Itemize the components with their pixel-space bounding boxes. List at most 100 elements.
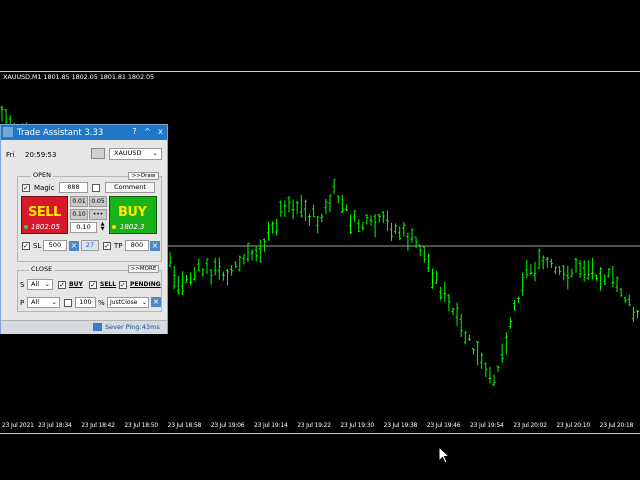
price-bar: [226, 269, 229, 286]
percent-input[interactable]: 100: [75, 297, 96, 308]
calendar-icon[interactable]: [91, 148, 105, 159]
price-bar: [262, 238, 266, 252]
sl-checkbox[interactable]: ✓: [22, 242, 30, 250]
tp-input[interactable]: 800: [125, 240, 149, 251]
minimize-button[interactable]: ^: [142, 127, 153, 137]
time-axis-label: 23 Jul 20:02: [513, 422, 547, 429]
chevron-down-icon: ⌄: [44, 280, 50, 288]
price-bar: [619, 288, 623, 297]
price-bar: [549, 258, 553, 268]
magic-input[interactable]: 888: [59, 182, 88, 193]
price-bar: [611, 265, 615, 287]
s-filter-select[interactable]: All ⌄: [27, 279, 53, 290]
price-bar: [435, 270, 439, 284]
chevron-down-icon: ⌄: [141, 299, 147, 306]
price-bar: [275, 218, 279, 236]
price-bar: [529, 264, 533, 276]
price-bar: [303, 199, 307, 222]
time-axis-label: 23 Jul 19:46: [426, 422, 461, 429]
time-axis-label: 23 Jul 18:50: [124, 422, 158, 429]
comment-checkbox[interactable]: [92, 184, 100, 192]
panel-title-bar[interactable]: Trade Assistant 3.33 ? ^ x: [1, 125, 167, 140]
symbol-select-value: XAUUSD: [114, 149, 142, 157]
price-bar: [533, 261, 537, 282]
price-bar: [508, 317, 512, 329]
close-group-label: CLOSE: [29, 265, 55, 273]
time-axis-label: 23 Jul 19:14: [254, 422, 288, 429]
price-bar: [344, 204, 348, 211]
s-filter-value: All: [31, 280, 40, 288]
price-bar: [455, 302, 459, 327]
price-bar: [4, 108, 8, 124]
magic-checkbox[interactable]: ✓: [22, 184, 30, 192]
price-bar: [197, 258, 201, 272]
sell-status-dot: [24, 225, 28, 229]
lot-spinner[interactable]: ▲ ▼: [98, 222, 107, 233]
status-bar: Sever Ping:43ms: [1, 320, 167, 334]
close-mode-select[interactable]: JustClose ⌄: [107, 297, 149, 308]
app-logo-icon: [3, 127, 13, 137]
price-bar: [234, 261, 238, 269]
close-panel-button[interactable]: x: [155, 127, 166, 137]
price-bar: [406, 232, 410, 252]
buy-button[interactable]: BUY 1802.3: [109, 196, 157, 234]
price-bar: [353, 210, 357, 222]
price-bar: [631, 306, 635, 323]
draw-button[interactable]: >>Draw: [128, 172, 159, 180]
tp-clear-icon[interactable]: ×: [150, 241, 160, 251]
mouse-pointer-icon: [438, 446, 450, 464]
price-bar: [336, 195, 340, 204]
price-bar: [385, 210, 389, 232]
price-bar: [541, 255, 545, 270]
price-bar: [636, 309, 639, 319]
price-bar: [168, 252, 172, 268]
price-bar: [185, 275, 188, 283]
price-bar: [586, 260, 590, 280]
price-bar: [312, 204, 316, 218]
sell-button[interactable]: SELL 1802.05: [21, 196, 68, 234]
tp-checkbox[interactable]: ✓: [103, 242, 111, 250]
price-bar: [394, 223, 398, 234]
percent-checkbox[interactable]: [64, 299, 72, 307]
price-bar: [484, 362, 488, 378]
price-bar: [365, 214, 369, 225]
lot-preset-0-01[interactable]: 0.01: [70, 196, 88, 207]
sl-clear-icon[interactable]: ×: [69, 241, 79, 251]
price-bar: [463, 331, 467, 345]
s-label: S: [20, 281, 25, 289]
price-bar: [369, 215, 373, 226]
help-button[interactable]: ?: [129, 127, 140, 137]
lot-size-input[interactable]: 0.10: [70, 222, 97, 233]
tp-label: TP: [114, 242, 123, 250]
price-bar: [230, 265, 234, 276]
price-bar: [349, 214, 352, 234]
symbol-select[interactable]: XAUUSD ⌄: [109, 148, 162, 160]
server-ping-icon: [93, 323, 102, 331]
more-button[interactable]: >>MORE: [128, 265, 159, 273]
close-pending-checkbox[interactable]: ✓: [119, 281, 127, 289]
price-bar: [603, 274, 607, 286]
price-bar: [0, 105, 4, 122]
price-bar: [566, 266, 570, 290]
time-axis-label: 23 Jul 19:06: [210, 422, 245, 429]
close-sell-checkbox[interactable]: ✓: [89, 281, 97, 289]
price-bar: [189, 272, 193, 286]
price-bar: [410, 228, 414, 243]
price-bar: [426, 253, 430, 273]
p-filter-select[interactable]: All ⌄: [27, 297, 60, 308]
price-bar: [574, 258, 578, 273]
lot-more-button[interactable]: •••: [89, 209, 107, 220]
close-buy-checkbox[interactable]: ✓: [58, 281, 66, 289]
lot-preset-0-10[interactable]: 0.10: [70, 209, 88, 220]
time-axis-label: 23 Jul 18:42: [81, 422, 115, 429]
server-ping-text: Sever Ping:43ms: [105, 323, 160, 331]
p-label: P: [20, 299, 25, 307]
close-all-icon[interactable]: ×: [151, 297, 161, 307]
sl-input[interactable]: 500: [43, 240, 67, 251]
time-axis-label: 23 Jul 19:30: [340, 422, 374, 429]
price-bar: [390, 222, 393, 241]
comment-button[interactable]: Comment: [105, 182, 155, 193]
lot-preset-0-05[interactable]: 0.05: [89, 196, 107, 207]
price-bar: [332, 178, 336, 195]
price-bar: [480, 352, 484, 369]
